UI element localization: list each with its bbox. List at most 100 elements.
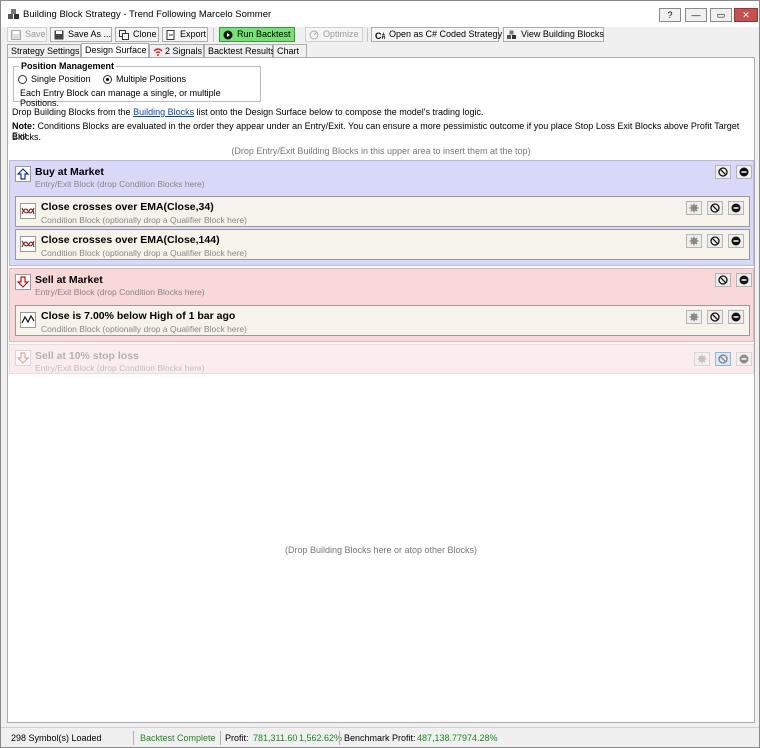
status-separator — [220, 731, 221, 745]
remove-block-button[interactable] — [736, 352, 752, 366]
remove-block-button[interactable] — [728, 310, 744, 324]
save-as-label: Save As ... — [68, 29, 112, 39]
remove-block-button[interactable] — [728, 201, 744, 215]
disable-block-button[interactable] — [715, 273, 731, 287]
building-blocks-link[interactable]: Building Blocks — [133, 107, 194, 117]
disable-block-button[interactable] — [707, 234, 723, 248]
position-management-note: Each Entry Block can manage a single, or… — [20, 88, 221, 108]
view-building-blocks-button[interactable]: View Building Blocks — [503, 27, 604, 42]
buy-at-market-block[interactable]: Buy at Market Entry/Exit Block (drop Con… — [9, 160, 754, 266]
export-button[interactable]: Export — [162, 27, 208, 42]
close-button[interactable]: ✕ — [734, 8, 758, 22]
drop-instructions-pre: Drop Building Blocks from the — [12, 107, 134, 117]
bottom-drop-hint: (Drop Building Blocks here or atop other… — [284, 545, 478, 555]
help-button[interactable]: ? — [659, 8, 681, 22]
condition-title: Close crosses over EMA(Close,144) — [41, 234, 220, 246]
remove-block-button[interactable] — [736, 165, 752, 179]
save-icon — [11, 30, 21, 40]
benchmark-profit-label: Benchmark Profit: — [344, 733, 416, 743]
minus-circle-icon — [739, 275, 749, 285]
clone-icon — [119, 30, 129, 40]
minimize-button[interactable]: — — [685, 8, 707, 22]
status-separator — [133, 731, 134, 745]
gear-icon — [689, 236, 699, 246]
tab-chart[interactable]: Chart — [273, 44, 307, 58]
minus-circle-icon — [731, 236, 741, 246]
condition-title: Close crosses over EMA(Close,34) — [41, 201, 214, 213]
multiple-positions-radio[interactable] — [103, 75, 112, 84]
sell-block-subtitle: Entry/Exit Block (drop Condition Blocks … — [35, 287, 205, 297]
condition-block-ema34[interactable]: Close crosses over EMA(Close,34) Conditi… — [15, 196, 750, 227]
position-management-group: Position Management Single Position Mult… — [13, 61, 261, 108]
tab-signals[interactable]: 2 Signals — [149, 44, 204, 58]
drop-instructions: Drop Building Blocks from the Building B… — [12, 107, 483, 117]
note-line1: Conditions Blocks are evaluated in the o… — [12, 121, 740, 141]
settings-button[interactable] — [686, 201, 702, 215]
minus-circle-icon — [739, 354, 749, 364]
backtest-status: Backtest Complete — [140, 733, 216, 743]
benchmark-profit-value: 487,138.77 — [417, 733, 463, 743]
wifi-signal-icon — [153, 48, 163, 56]
condition-title: Close is 7.00% below High of 1 bar ago — [41, 310, 236, 322]
benchmark-profit-percent: 974.28% — [462, 733, 498, 743]
export-label: Export — [180, 29, 207, 39]
prohibit-icon — [710, 312, 720, 322]
remove-block-button[interactable] — [736, 273, 752, 287]
status-bar: 298 Symbol(s) Loaded Backtest Complete P… — [1, 727, 759, 747]
run-backtest-button[interactable]: Run Backtest — [219, 27, 295, 42]
stop-block-subtitle: Entry/Exit Block (drop Condition Blocks … — [35, 363, 205, 373]
buy-block-title: Buy at Market — [35, 166, 104, 178]
tab-backtest-results[interactable]: Backtest Results — [204, 44, 275, 58]
top-drop-hint: (Drop Entry/Exit Building Blocks in this… — [231, 146, 531, 156]
window-title: Building Block Strategy - Trend Followin… — [23, 9, 272, 20]
optimize-icon — [309, 30, 319, 40]
note-text: Note: Conditions Blocks are evaluated in… — [12, 121, 752, 141]
design-surface-panel: Position Management Single Position Mult… — [7, 57, 755, 723]
condition-subtitle: Condition Block (optionally drop a Quali… — [41, 215, 247, 225]
disable-block-button[interactable] — [715, 165, 731, 179]
note-line2: Blocks. — [12, 132, 42, 142]
clone-button[interactable]: Clone — [115, 27, 159, 42]
prohibit-icon — [710, 203, 720, 213]
condition-subtitle: Condition Block (optionally drop a Quali… — [41, 324, 247, 334]
minus-circle-icon — [739, 167, 749, 177]
clone-label: Clone — [133, 29, 157, 39]
wave-chart-icon — [20, 312, 36, 328]
minus-circle-icon — [731, 203, 741, 213]
settings-button[interactable] — [686, 234, 702, 248]
tab-design-surface[interactable]: Design Surface — [81, 43, 149, 58]
condition-block-below-high[interactable]: Close is 7.00% below High of 1 bar ago C… — [15, 305, 750, 336]
view-building-blocks-label: View Building Blocks — [521, 29, 604, 39]
disable-block-button[interactable] — [707, 310, 723, 324]
disable-block-button[interactable] — [715, 352, 731, 366]
save-as-button[interactable]: Save As ... — [50, 27, 112, 42]
remove-block-button[interactable] — [728, 234, 744, 248]
minus-circle-icon — [731, 312, 741, 322]
optimize-label: Optimize — [323, 29, 359, 39]
toolbar-separator — [213, 28, 214, 42]
multiple-positions-label: Multiple Positions — [116, 74, 187, 84]
open-csharp-button[interactable]: C# Open as C# Coded Strategy — [371, 27, 503, 42]
prohibit-icon — [718, 275, 728, 285]
settings-button[interactable] — [694, 352, 710, 366]
toolbar-separator — [367, 28, 368, 42]
settings-button[interactable] — [686, 310, 702, 324]
condition-block-ema144[interactable]: Close crosses over EMA(Close,144) Condit… — [15, 229, 750, 260]
save-as-icon — [54, 30, 64, 40]
gear-icon — [689, 203, 699, 213]
buy-block-subtitle: Entry/Exit Block (drop Condition Blocks … — [35, 179, 205, 189]
single-position-radio[interactable] — [18, 75, 27, 84]
profit-value: 781,311.60 — [253, 733, 298, 743]
gear-icon — [697, 354, 707, 364]
tab-signals-label: 2 Signals — [165, 46, 203, 56]
stop-loss-block[interactable]: Sell at 10% stop loss Entry/Exit Block (… — [9, 344, 754, 374]
optimize-button[interactable]: Optimize — [305, 27, 363, 42]
play-icon — [223, 30, 233, 40]
toolbar: Save Save As ... Clone Export Run Backte… — [1, 27, 759, 43]
tab-strategy-settings[interactable]: Strategy Settings — [7, 44, 81, 58]
sell-at-market-block[interactable]: Sell at Market Entry/Exit Block (drop Co… — [9, 268, 754, 342]
open-csharp-label: Open as C# Coded Strategy — [389, 29, 503, 39]
disable-block-button[interactable] — [707, 201, 723, 215]
maximize-button[interactable]: ▭ — [710, 8, 732, 22]
save-button[interactable]: Save — [7, 27, 47, 42]
